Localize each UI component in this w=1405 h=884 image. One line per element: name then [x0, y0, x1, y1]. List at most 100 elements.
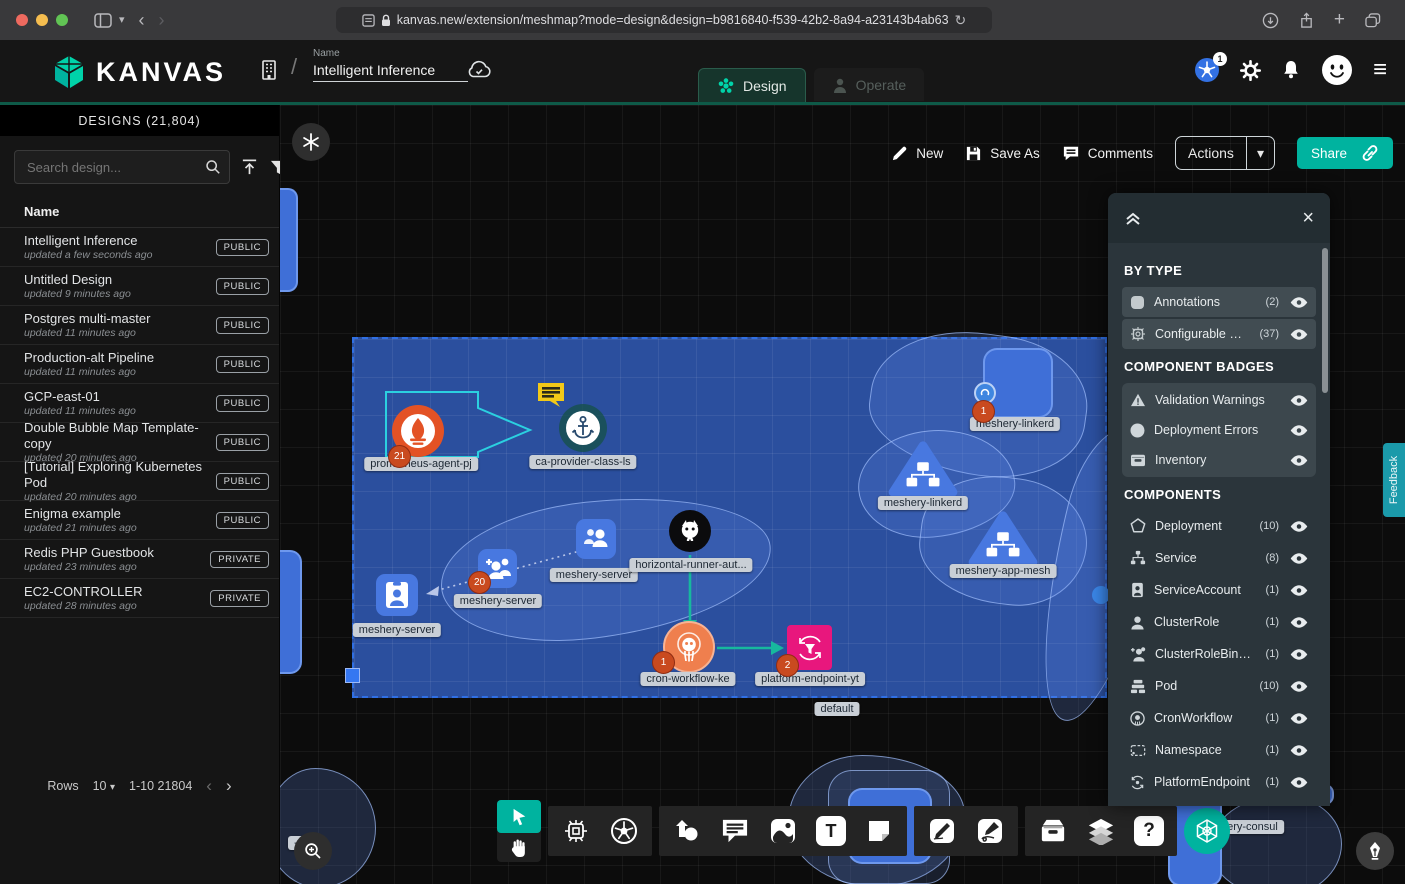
- rows-per-page-select[interactable]: 10 ▾: [93, 779, 115, 793]
- user-avatar[interactable]: [1321, 54, 1353, 86]
- partial-node[interactable]: [280, 550, 302, 674]
- node-meshery-app-mesh-service[interactable]: [967, 509, 1039, 569]
- settings-gear-icon[interactable]: [1240, 60, 1261, 81]
- node-horizontal-runner[interactable]: [668, 509, 712, 553]
- new-tab-icon[interactable]: +: [1334, 9, 1345, 31]
- save-as-button[interactable]: Save As: [965, 145, 1040, 162]
- design-list-item[interactable]: Enigma example updated 21 minutes ago PU…: [0, 501, 279, 540]
- share-button[interactable]: Share: [1297, 137, 1393, 169]
- node-label[interactable]: prometheus-agent-pj: [364, 457, 478, 471]
- forward-button[interactable]: ›: [159, 11, 165, 29]
- design-list-item[interactable]: Redis PHP Guestbook updated 23 minutes a…: [0, 540, 279, 579]
- actions-dropdown-button[interactable]: Actions ▾: [1175, 136, 1275, 170]
- help-tool[interactable]: ?: [1125, 806, 1173, 856]
- pan-tool[interactable]: [497, 833, 541, 862]
- node-label[interactable]: meshery-linkerd: [878, 496, 968, 510]
- shapes-tool[interactable]: [663, 806, 711, 856]
- eye-icon[interactable]: [1290, 297, 1308, 308]
- layers-tool[interactable]: [1077, 806, 1125, 856]
- component-row-service[interactable]: Service (8): [1122, 543, 1316, 573]
- note-tool[interactable]: [855, 806, 903, 856]
- partial-node[interactable]: [280, 188, 298, 292]
- node-label[interactable]: horizontal-runner-aut...: [629, 558, 752, 572]
- node-label[interactable]: cron-workflow-ke: [640, 672, 735, 686]
- eye-icon[interactable]: [1290, 585, 1308, 596]
- type-row-configurable[interactable]: Configurable Components (37): [1122, 319, 1316, 349]
- chevron-down-icon[interactable]: ▾: [119, 15, 125, 26]
- eye-icon[interactable]: [1290, 649, 1308, 660]
- component-row-namespace[interactable]: Namespace (1): [1122, 735, 1316, 765]
- kubernetes-context-icon[interactable]: 1: [1194, 57, 1220, 83]
- drawer-tool[interactable]: [1029, 806, 1077, 856]
- design-list-item[interactable]: [Tutorial] Exploring Kubernetes Pod upda…: [0, 462, 279, 501]
- badge-row-inventory[interactable]: Inventory: [1122, 445, 1316, 475]
- namespace-label[interactable]: default: [814, 702, 859, 716]
- tab-design[interactable]: Design: [698, 68, 806, 102]
- hamburger-menu-icon[interactable]: ≡: [1373, 58, 1387, 82]
- eye-icon[interactable]: [1290, 777, 1308, 788]
- share-icon[interactable]: [1299, 12, 1314, 29]
- actions-caret-icon[interactable]: ▾: [1246, 137, 1274, 169]
- component-row-platformendpoint[interactable]: PlatformEndpoint (1): [1122, 767, 1316, 797]
- selection-handle[interactable]: [345, 668, 360, 683]
- node-label[interactable]: platform-endpoint-yt: [755, 672, 865, 686]
- badge-row-deployment-errors[interactable]: Deployment Errors: [1122, 415, 1316, 445]
- design-name-field[interactable]: Name: [313, 48, 473, 82]
- design-list-item[interactable]: Postgres multi-master updated 11 minutes…: [0, 306, 279, 345]
- eye-icon[interactable]: [1290, 455, 1308, 466]
- feedback-tab[interactable]: Feedback: [1383, 443, 1405, 517]
- component-row-deployment[interactable]: Deployment (10): [1122, 511, 1316, 541]
- sidebar-toggle-icon[interactable]: [94, 13, 112, 28]
- eye-icon[interactable]: [1290, 745, 1308, 756]
- snowflake-button[interactable]: [292, 123, 330, 161]
- eye-icon[interactable]: [1290, 521, 1308, 532]
- components-tool[interactable]: [552, 806, 600, 856]
- component-row-clusterrole[interactable]: ClusterRole (1): [1122, 607, 1316, 637]
- notifications-bell-icon[interactable]: [1281, 59, 1301, 81]
- publish-design-icon[interactable]: [240, 158, 259, 176]
- node-label[interactable]: meshery-server: [353, 623, 441, 637]
- component-row-serviceaccount[interactable]: ServiceAccount (1): [1122, 575, 1316, 605]
- freehand-draw-tool[interactable]: [966, 806, 1014, 856]
- window-close-button[interactable]: [16, 14, 28, 26]
- select-tool[interactable]: [497, 800, 541, 833]
- zoom-in-button[interactable]: [294, 832, 332, 870]
- eye-icon[interactable]: [1290, 425, 1308, 436]
- tab-operate[interactable]: Operate: [814, 68, 925, 101]
- design-list-item[interactable]: EC2-CONTROLLER updated 28 minutes ago PR…: [0, 579, 279, 618]
- eye-icon[interactable]: [1290, 395, 1308, 406]
- design-name-input[interactable]: [313, 59, 468, 82]
- eye-icon[interactable]: [1290, 329, 1308, 340]
- node-label[interactable]: ca-provider-class-ls: [529, 455, 636, 469]
- next-page-button[interactable]: ›: [226, 776, 232, 796]
- window-minimize-button[interactable]: [36, 14, 48, 26]
- node-meshery-linkerd-service[interactable]: [887, 439, 959, 499]
- badge-row-validation-warnings[interactable]: Validation Warnings: [1122, 385, 1316, 415]
- design-search-input[interactable]: [25, 159, 205, 176]
- kubernetes-tool[interactable]: [600, 806, 648, 856]
- component-row-clusterrolebinding[interactable]: ClusterRoleBinding (1): [1122, 639, 1316, 669]
- downloads-icon[interactable]: [1262, 12, 1279, 29]
- node-meshery-server-clusterrole[interactable]: [576, 519, 616, 559]
- collapse-panel-icon[interactable]: [1124, 210, 1142, 226]
- meshery-chat-button[interactable]: [1184, 808, 1230, 854]
- window-zoom-button[interactable]: [56, 14, 68, 26]
- tab-overview-icon[interactable]: [1365, 13, 1381, 28]
- annotation-comment-icon[interactable]: [536, 381, 566, 409]
- pen-button[interactable]: [1356, 832, 1394, 870]
- comment-tool[interactable]: [711, 806, 759, 856]
- design-list-item[interactable]: Production-alt Pipeline updated 11 minut…: [0, 345, 279, 384]
- text-tool[interactable]: T: [807, 806, 855, 856]
- type-row-annotations[interactable]: Annotations (2): [1122, 287, 1316, 317]
- node-label[interactable]: meshery-server: [454, 594, 542, 608]
- new-design-button[interactable]: New: [891, 145, 943, 162]
- node-label[interactable]: meshery-app-mesh: [950, 564, 1057, 578]
- node-ca-provider[interactable]: [559, 404, 607, 452]
- eye-icon[interactable]: [1290, 713, 1308, 724]
- node-label[interactable]: meshery-server: [550, 568, 638, 582]
- eye-icon[interactable]: [1290, 553, 1308, 564]
- comments-button[interactable]: Comments: [1062, 145, 1153, 161]
- pen-tool[interactable]: [918, 806, 966, 856]
- prev-page-button[interactable]: ‹: [206, 776, 212, 796]
- design-list-item[interactable]: GCP-east-01 updated 11 minutes ago PUBLI…: [0, 384, 279, 423]
